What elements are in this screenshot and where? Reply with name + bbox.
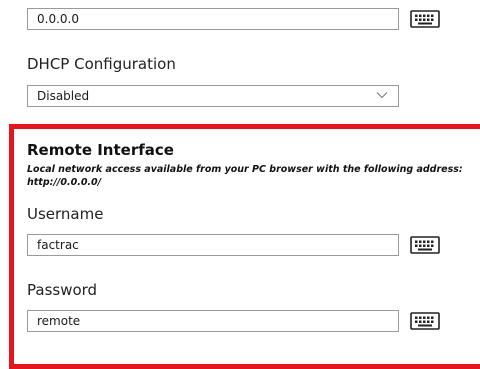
username-value: factrac — [37, 238, 79, 252]
remote-interface-description-text: Local network access available from your… — [27, 164, 463, 175]
password-field[interactable]: remote — [27, 310, 399, 332]
username-field[interactable]: factrac — [27, 234, 399, 256]
keyboard-icon — [410, 10, 440, 28]
password-keyboard-button[interactable] — [408, 310, 442, 332]
ip-keyboard-button[interactable] — [408, 8, 442, 30]
keyboard-icon — [410, 312, 440, 330]
chevron-down-icon — [376, 86, 388, 106]
username-keyboard-button[interactable] — [408, 234, 442, 256]
password-label: Password — [27, 281, 98, 299]
remote-interface-address: http://0.0.0.0/ — [27, 177, 102, 188]
remote-interface-description: Local network access available from your… — [27, 163, 477, 189]
keyboard-icon — [410, 236, 440, 254]
password-value: remote — [37, 314, 81, 328]
dhcp-select[interactable]: Disabled — [27, 85, 399, 107]
ip-address-field[interactable]: 0.0.0.0 — [27, 8, 399, 30]
ip-address-value: 0.0.0.0 — [37, 12, 79, 26]
dhcp-selected-value: Disabled — [37, 89, 90, 103]
remote-interface-title: Remote Interface — [27, 141, 174, 159]
username-label: Username — [27, 205, 104, 223]
dhcp-label: DHCP Configuration — [27, 55, 176, 73]
